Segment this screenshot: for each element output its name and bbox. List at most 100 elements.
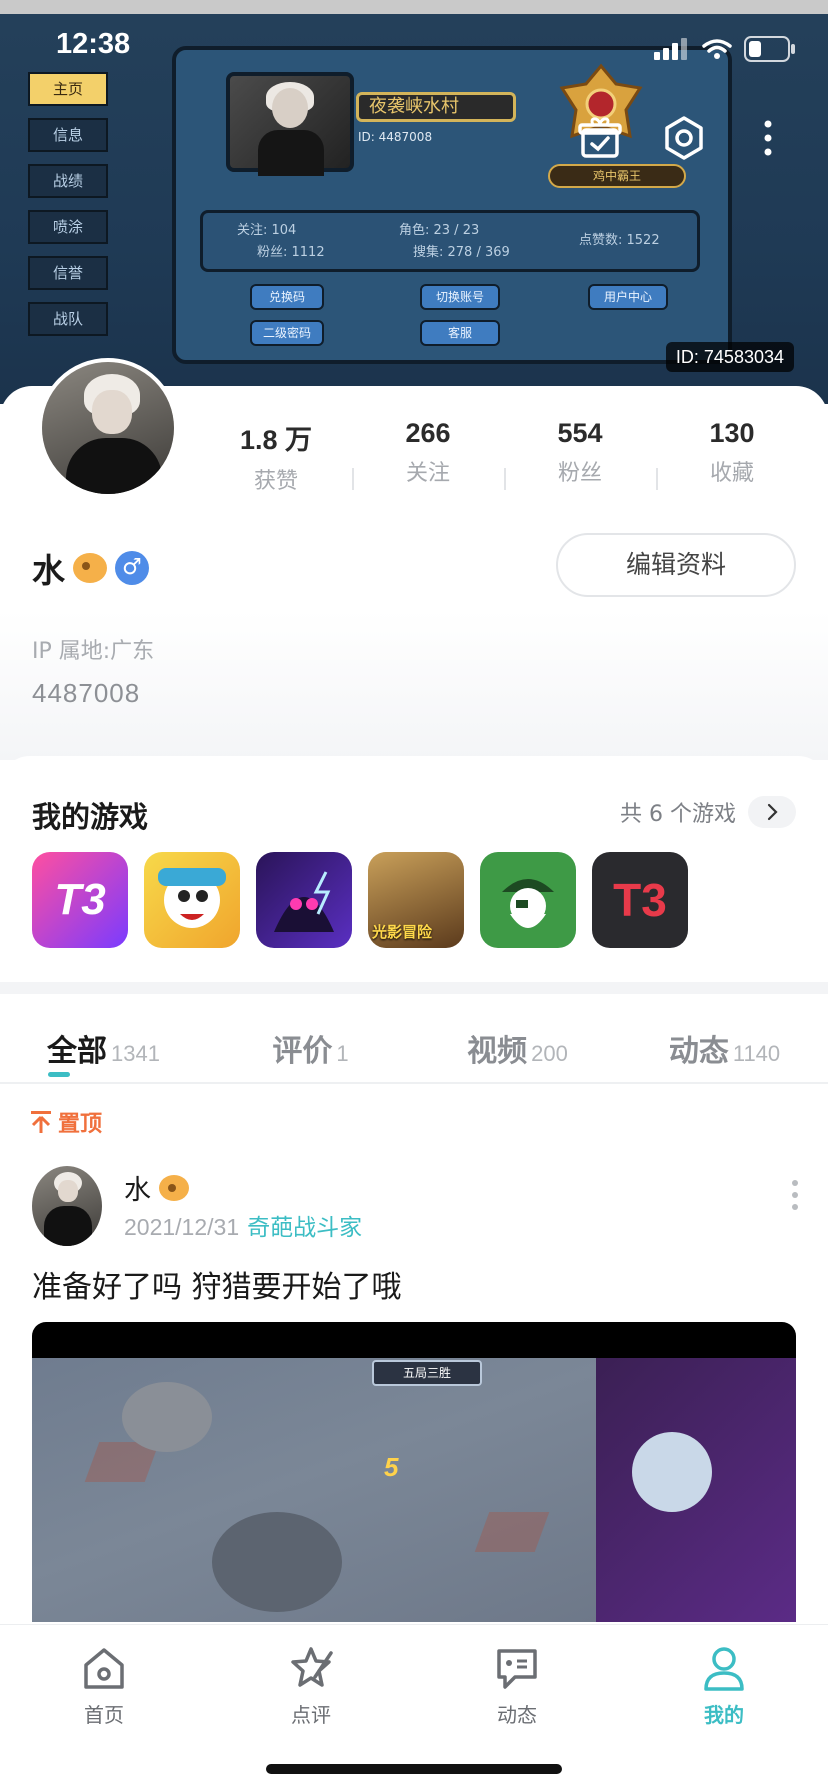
- neon-assassin-game-icon[interactable]: [256, 852, 352, 948]
- pinned-label: 置顶: [30, 1106, 102, 1138]
- banner-stats: 关注: 104 粉丝: 1112 角色: 23 / 23 搜集: 278 / 3…: [200, 210, 700, 272]
- banner-game-name: 夜袭峡水村: [356, 92, 516, 122]
- edit-profile-button[interactable]: 编辑资料: [556, 533, 796, 597]
- avatar[interactable]: [38, 358, 178, 498]
- nav-label: 点评: [291, 1703, 331, 1727]
- nav-profile[interactable]: 我的: [664, 1645, 784, 1728]
- tab-reviews[interactable]: 评价 1: [207, 994, 414, 1082]
- my-games-title: 我的游戏: [32, 800, 149, 834]
- count-label: 收藏: [709, 461, 754, 486]
- wifi-icon: [702, 39, 732, 59]
- banner-button: 二级密码: [250, 320, 324, 346]
- level-badge-icon: [159, 1174, 189, 1201]
- banner-stat: 关注: 104: [237, 223, 297, 238]
- games-count-label: 共 6 个游戏: [620, 802, 736, 827]
- review-pen-icon: [291, 1647, 333, 1687]
- game-icon-text: 光影冒险: [372, 924, 433, 941]
- feed-chat-icon: [497, 1649, 537, 1689]
- profile-counts: 1.8 万 获赞 266 关注 554 粉丝 130 收藏: [200, 418, 810, 495]
- chevron-right-icon[interactable]: [748, 796, 796, 828]
- tab-label: 全部: [47, 1034, 108, 1069]
- tab-label: 评价: [272, 1034, 333, 1069]
- post-more-icon[interactable]: [790, 1180, 800, 1210]
- post-meta: 2021/12/31 奇葩战斗家: [124, 1208, 362, 1242]
- tab-count: 1341: [111, 1041, 160, 1066]
- banner-menu-item: 信息: [28, 118, 108, 152]
- post-author-row: 水: [124, 1168, 189, 1207]
- post-game-link[interactable]: 奇葩战斗家: [247, 1215, 362, 1241]
- banner-button: 切换账号: [420, 284, 500, 310]
- nav-feed[interactable]: 动态: [457, 1645, 577, 1728]
- tab-label: 视频: [467, 1034, 528, 1069]
- banner-player-photo: [226, 72, 354, 176]
- post-video[interactable]: 五局三胜 5: [32, 1322, 796, 1622]
- count-label: 关注: [405, 461, 450, 486]
- count-fans[interactable]: 554 粉丝: [504, 418, 656, 495]
- banner-rank-title: 鸡中霸王: [548, 164, 686, 188]
- active-tab-indicator: [47, 1072, 70, 1077]
- status-time: 12:38: [56, 28, 131, 60]
- t3-red-game-icon[interactable]: T3: [592, 852, 688, 948]
- video-hud-label: 五局三胜: [372, 1360, 482, 1386]
- tab-count: 200: [531, 1041, 568, 1066]
- video-robot: [122, 1382, 212, 1452]
- signal-icon: [654, 38, 687, 60]
- banner-menu-item: 战队: [28, 302, 108, 336]
- count-likes[interactable]: 1.8 万 获赞: [200, 418, 352, 495]
- banner-button: 用户中心: [588, 284, 668, 310]
- nav-review[interactable]: 点评: [251, 1645, 371, 1728]
- post-date: 2021/12/31: [124, 1214, 240, 1240]
- tab-label: 动态: [668, 1034, 729, 1069]
- cartoon-hero-game-icon[interactable]: [144, 852, 240, 948]
- count-value: 554: [557, 418, 603, 448]
- pinned-text: 置顶: [58, 1112, 103, 1137]
- home-icon: [84, 1648, 124, 1689]
- top-strip: [0, 0, 828, 14]
- banner-game-id: ID: 4487008: [358, 130, 433, 144]
- count-value: 130: [709, 418, 755, 448]
- nav-home[interactable]: 首页: [44, 1645, 164, 1728]
- section-divider: [0, 982, 828, 994]
- pin-top-icon: [31, 1111, 51, 1133]
- nav-label: 动态: [497, 1703, 537, 1727]
- pubg-game-icon[interactable]: 光影冒险: [368, 852, 464, 948]
- count-following[interactable]: 266 关注: [352, 418, 504, 495]
- tab-all[interactable]: 全部 1341: [0, 994, 207, 1082]
- t3-game-icon[interactable]: T3: [32, 852, 128, 948]
- banner-menu-item: 主页: [28, 72, 108, 106]
- count-favorites[interactable]: 130 收藏: [656, 418, 808, 495]
- game-icon-text: T3: [54, 875, 106, 924]
- pirate-game-icon[interactable]: [480, 852, 576, 948]
- banner-menu-item: 战绩: [28, 164, 108, 198]
- count-value: 1.8 万: [239, 425, 313, 455]
- banner-id-tag: ID: 74583034: [665, 342, 794, 372]
- battery-icon: [744, 36, 795, 62]
- post-author-avatar[interactable]: [32, 1166, 102, 1246]
- banner-stat: 点赞数: 1522: [579, 233, 660, 248]
- status-icons: [654, 36, 796, 62]
- user-id: 4487008: [32, 678, 141, 708]
- count-value: 266: [405, 418, 451, 448]
- count-label: 粉丝: [557, 461, 602, 486]
- level-badge-icon[interactable]: [73, 553, 107, 583]
- tab-videos[interactable]: 视频 200: [414, 994, 621, 1082]
- video-machine: [212, 1512, 342, 1612]
- game-icon-list: T3 光影冒险 T3: [32, 852, 688, 948]
- content-tabs: 全部 1341 评价 1 视频 200 动态 1140: [0, 994, 828, 1084]
- nav-label: 首页: [84, 1703, 124, 1727]
- gift-icon[interactable]: [578, 116, 622, 160]
- banner-button: 客服: [420, 320, 500, 346]
- more-icon[interactable]: [758, 116, 778, 160]
- game-icon-text: T3: [613, 874, 667, 926]
- nav-label: 我的: [704, 1703, 744, 1727]
- banner-stat: 粉丝: 1112: [257, 245, 325, 260]
- video-robot: [632, 1432, 712, 1512]
- home-indicator[interactable]: [266, 1764, 562, 1774]
- games-count-link[interactable]: 共 6 个游戏: [620, 796, 796, 828]
- ip-location: IP 属地:广东: [32, 639, 155, 664]
- banner-button: 兑换码: [250, 284, 324, 310]
- tab-moments[interactable]: 动态 1140: [621, 994, 828, 1082]
- banner-menu-item: 喷涂: [28, 210, 108, 244]
- settings-icon[interactable]: [662, 116, 706, 160]
- post-author-name[interactable]: 水: [124, 1168, 151, 1207]
